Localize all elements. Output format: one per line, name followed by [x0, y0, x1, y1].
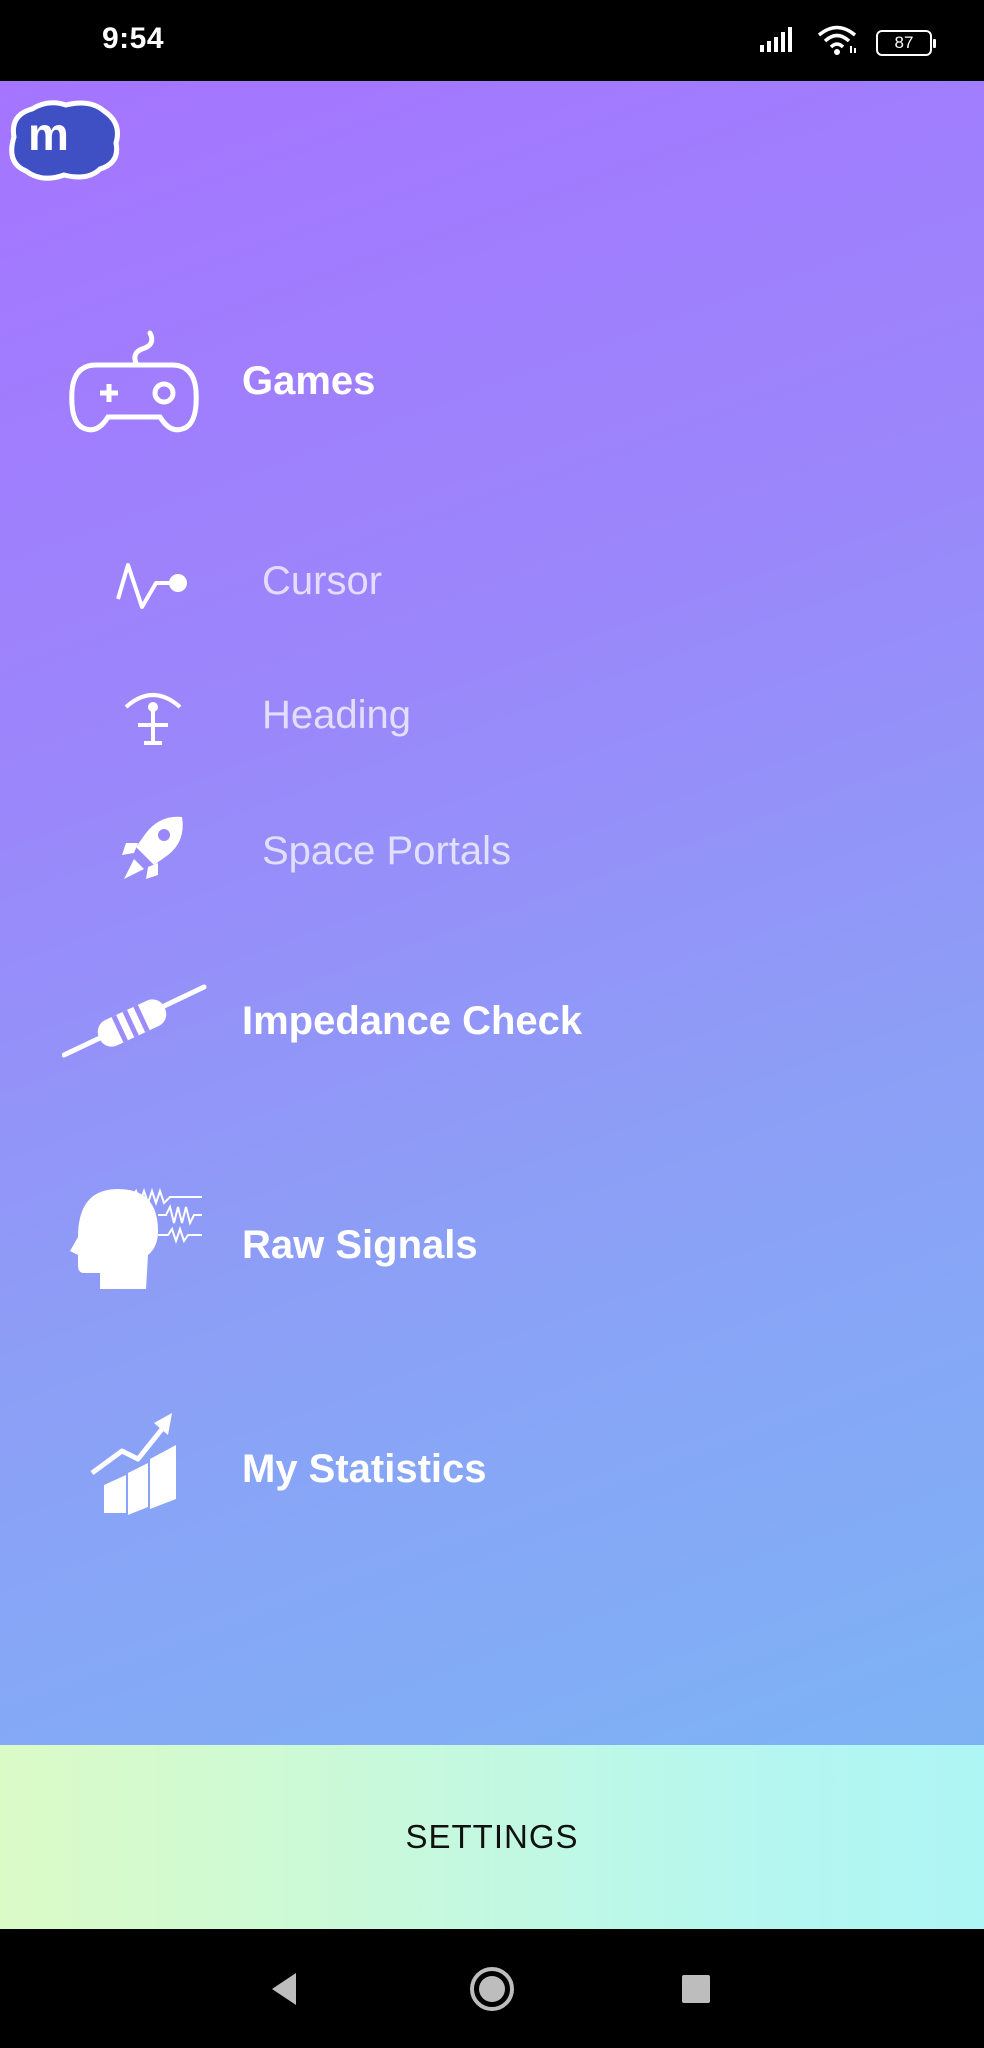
app-screen: 9:54 87 m Games Cursor Heading Space Por…: [0, 0, 984, 2048]
battery-indicator: 87: [876, 29, 936, 56]
status-icons: 87: [758, 24, 936, 61]
status-time: 9:54: [102, 22, 165, 55]
menu-label-heading: Heading: [262, 693, 412, 737]
menu-label-games: Games: [242, 359, 376, 403]
home-button[interactable]: [460, 1957, 524, 2021]
gamepad-icon: [66, 329, 202, 439]
cursor-signal-icon: [112, 551, 192, 611]
settings-button[interactable]: SETTINGS: [0, 1745, 984, 1929]
main-menu: m Games Cursor Heading Space Portals Imp…: [0, 81, 984, 1745]
growth-chart-icon: [88, 1407, 188, 1517]
app-logo[interactable]: m: [4, 97, 122, 183]
status-bar: 9:54 87: [0, 0, 984, 81]
back-button[interactable]: [252, 1957, 316, 2021]
menu-label-cursor: Cursor: [262, 559, 383, 603]
menu-item-space-portals[interactable]: Space Portals: [0, 789, 984, 909]
back-triangle-icon: [272, 1973, 296, 2005]
menu-label-impedance-check: Impedance Check: [242, 999, 583, 1043]
wifi-icon: [816, 24, 858, 61]
rocket-icon: [120, 813, 186, 883]
menu-item-my-statistics[interactable]: My Statistics: [0, 1401, 984, 1541]
recents-square-icon: [682, 1975, 710, 2003]
menu-item-impedance-check[interactable]: Impedance Check: [0, 951, 984, 1091]
menu-item-games[interactable]: Games: [0, 321, 984, 461]
recents-button[interactable]: [664, 1957, 728, 2021]
cellular-signal-icon: [758, 27, 798, 58]
home-circle-icon: [470, 1967, 514, 2011]
menu-item-heading[interactable]: Heading: [0, 655, 984, 775]
logo-letter: m: [28, 108, 69, 160]
menu-label-my-statistics: My Statistics: [242, 1447, 487, 1491]
menu-label-raw-signals: Raw Signals: [242, 1223, 478, 1267]
resistor-icon: [62, 971, 208, 1061]
system-nav-bar: [0, 1929, 984, 2048]
heading-icon: [120, 685, 186, 749]
menu-label-space-portals: Space Portals: [262, 829, 512, 873]
menu-item-raw-signals[interactable]: Raw Signals: [0, 1175, 984, 1315]
menu-item-cursor[interactable]: Cursor: [0, 521, 984, 641]
settings-label: SETTINGS: [405, 1818, 579, 1855]
head-waves-icon: [66, 1185, 206, 1295]
